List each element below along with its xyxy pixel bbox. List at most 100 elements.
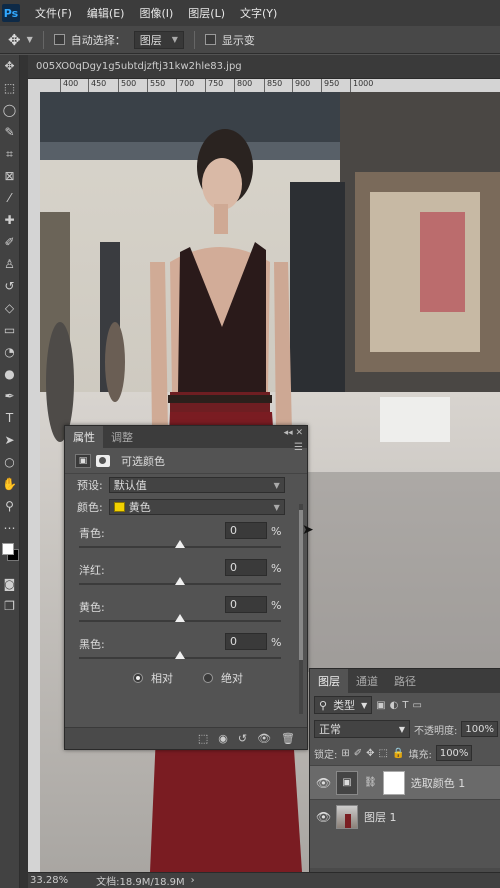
- layers-panel: 图层 通道 路径 ⚲ 类型 ▼ ▣ ◐ T ▭ 正常 ▼ 不透明度: 100% 锁定:…: [309, 668, 500, 888]
- menu-image[interactable]: 图像(I): [139, 5, 173, 21]
- ruler-tick: 950: [321, 79, 339, 92]
- mode-radios: 相对 绝对: [65, 666, 307, 690]
- path-select-tool-icon[interactable]: ➤: [0, 429, 19, 451]
- opacity-field[interactable]: 100%: [461, 721, 498, 737]
- tab-layers[interactable]: 图层: [310, 669, 348, 693]
- fill-field[interactable]: 100%: [435, 745, 473, 761]
- healing-brush-icon[interactable]: ✚: [0, 209, 19, 231]
- relative-label[interactable]: 相对: [151, 670, 173, 686]
- slider-thumb[interactable]: [175, 651, 185, 659]
- quick-select-tool-icon[interactable]: ✎: [0, 121, 19, 143]
- options-bar: ✥ ▼ 自动选择： 图层 ▼ 显示变: [0, 26, 500, 54]
- screen-mode-icon[interactable]: ❐: [0, 595, 19, 617]
- slider-value-field[interactable]: 0: [225, 633, 267, 650]
- lock-move-icon[interactable]: ✥: [366, 748, 374, 759]
- blur-tool-icon[interactable]: ◔: [0, 341, 19, 363]
- dodge-tool-icon[interactable]: ●: [0, 363, 19, 385]
- slider-thumb[interactable]: [175, 614, 185, 622]
- layer-name[interactable]: 选取颜色 1: [411, 775, 466, 791]
- frame-tool-icon[interactable]: ⊠: [0, 165, 19, 187]
- eyedropper-tool-icon[interactable]: ⁄: [0, 187, 19, 209]
- mask-icon[interactable]: [96, 454, 110, 467]
- foreground-color[interactable]: [2, 543, 14, 555]
- marquee-tool-icon[interactable]: ⬚: [0, 77, 19, 99]
- slider-value-field[interactable]: 0: [225, 522, 267, 539]
- lasso-tool-icon[interactable]: ◯: [0, 99, 19, 121]
- tab-paths[interactable]: 路径: [386, 669, 424, 693]
- relative-radio[interactable]: [133, 673, 143, 683]
- layer-row[interactable]: 👁 图层 1: [310, 799, 500, 833]
- preset-label: 预设:: [77, 479, 103, 492]
- hand-tool-icon[interactable]: ✋: [0, 473, 19, 495]
- chevron-right-icon[interactable]: ›: [191, 875, 195, 886]
- filter-shape-icon[interactable]: ▭: [413, 700, 422, 711]
- more-tools-icon[interactable]: ⋯: [0, 517, 19, 539]
- lock-all-icon[interactable]: 🔒: [392, 748, 404, 759]
- layer-mask-thumbnail[interactable]: [382, 770, 405, 795]
- slider-thumb[interactable]: [175, 577, 185, 585]
- color-dropdown[interactable]: 黄色 ▼: [108, 499, 285, 515]
- move-tool-icon[interactable]: ✥: [8, 31, 21, 49]
- mouse-cursor-icon: ➤: [302, 522, 314, 538]
- layer-row[interactable]: 👁 ▣ ⛓ 选取颜色 1: [310, 765, 500, 799]
- slider-thumb[interactable]: [175, 540, 185, 548]
- color-swatches[interactable]: [0, 539, 19, 573]
- ruler-tick: 700: [176, 79, 194, 92]
- layer-name[interactable]: 图层 1: [364, 809, 397, 825]
- zoom-tool-icon[interactable]: ⚲: [0, 495, 19, 517]
- menu-edit[interactable]: 编辑(E): [87, 5, 125, 21]
- lock-paint-icon[interactable]: ✐: [354, 748, 362, 759]
- visibility-eye-icon[interactable]: 👁: [257, 732, 271, 745]
- filter-image-icon[interactable]: ▣: [376, 700, 385, 711]
- move-tool-icon[interactable]: ✥: [0, 55, 19, 77]
- menu-file[interactable]: 文件(F): [35, 5, 72, 21]
- absolute-label[interactable]: 绝对: [221, 670, 243, 686]
- visibility-eye-icon[interactable]: 👁: [316, 810, 331, 824]
- clip-to-layer-icon[interactable]: ⬚: [198, 732, 208, 745]
- reset-icon[interactable]: ↺: [238, 732, 247, 745]
- brush-tool-icon[interactable]: ✐: [0, 231, 19, 253]
- filter-adjust-icon[interactable]: ◐: [390, 700, 399, 711]
- delete-icon[interactable]: 🗑: [281, 732, 295, 745]
- blend-mode-dropdown[interactable]: 正常 ▼: [314, 720, 410, 738]
- type-tool-icon[interactable]: T: [0, 407, 19, 429]
- quick-mask-icon[interactable]: ◙: [0, 573, 19, 595]
- document-tab[interactable]: 005XO0qDgy1g5ubtdjzftj31kw2hle83.jpg: [28, 55, 500, 79]
- tab-properties[interactable]: 属性: [65, 426, 103, 448]
- absolute-radio[interactable]: [203, 673, 213, 683]
- show-transform-checkbox[interactable]: [204, 34, 216, 45]
- lock-pixels-icon[interactable]: ⊞: [341, 748, 349, 759]
- filter-type-icon[interactable]: T: [402, 700, 408, 711]
- visibility-eye-icon[interactable]: 👁: [316, 776, 331, 790]
- collapse-icon[interactable]: ◂◂ ✕: [284, 428, 303, 438]
- blend-mode-value: 正常: [319, 723, 341, 736]
- percent-label: %: [271, 562, 282, 575]
- link-icon[interactable]: ⛓: [364, 777, 377, 788]
- slider-group: 青色: 0 %: [65, 518, 307, 555]
- chevron-down-icon[interactable]: ▼: [27, 35, 33, 44]
- panel-menu-icon[interactable]: ☰: [294, 442, 303, 453]
- slider-group: 黑色: 0 %: [65, 629, 307, 666]
- shape-tool-icon[interactable]: ○: [0, 451, 19, 473]
- preset-row: 预设: 默认值 ▼: [65, 474, 307, 496]
- history-brush-icon[interactable]: ↺: [0, 275, 19, 297]
- lock-artboard-icon[interactable]: ⬚: [379, 748, 388, 759]
- eraser-tool-icon[interactable]: ◇: [0, 297, 19, 319]
- tab-channels[interactable]: 通道: [348, 669, 386, 693]
- slider-value-field[interactable]: 0: [225, 596, 267, 613]
- zoom-level[interactable]: 33.28%: [30, 875, 68, 886]
- menu-layer[interactable]: 图层(L): [188, 5, 225, 21]
- view-previous-icon[interactable]: ◉: [218, 732, 228, 745]
- tab-adjustments[interactable]: 调整: [103, 426, 141, 448]
- selective-color-icon[interactable]: ▣: [75, 453, 91, 468]
- filter-kind-dropdown[interactable]: ⚲ 类型 ▼: [314, 696, 373, 714]
- preset-dropdown[interactable]: 默认值 ▼: [108, 477, 285, 493]
- slider-value-field[interactable]: 0: [225, 559, 267, 576]
- pen-tool-icon[interactable]: ✒: [0, 385, 19, 407]
- crop-tool-icon[interactable]: ⌗: [0, 143, 19, 165]
- menu-type[interactable]: 文字(Y): [240, 5, 277, 21]
- autoselect-dropdown[interactable]: 图层 ▼: [133, 30, 184, 49]
- autoselect-checkbox[interactable]: [53, 34, 65, 45]
- stamp-tool-icon[interactable]: ♙: [0, 253, 19, 275]
- gradient-tool-icon[interactable]: ▭: [0, 319, 19, 341]
